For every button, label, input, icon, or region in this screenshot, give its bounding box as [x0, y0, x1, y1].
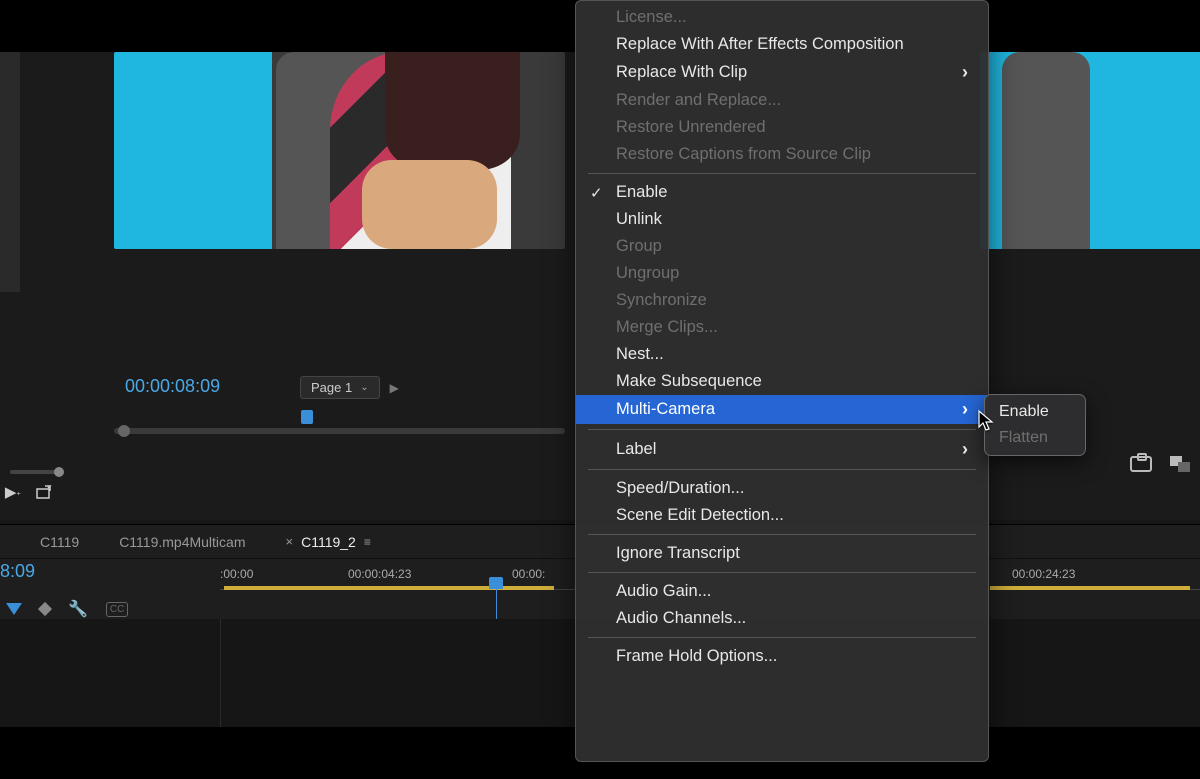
ruler-label: 00:00:04:23: [348, 567, 411, 581]
settings-icon[interactable]: 🔧: [68, 599, 88, 619]
clip-context-menu[interactable]: License... Replace With After Effects Com…: [575, 0, 989, 762]
menu-item[interactable]: Replace With After Effects Composition: [576, 31, 988, 58]
menu-item-label: License...: [616, 8, 687, 27]
playhead-flag-icon[interactable]: [6, 603, 22, 615]
timeline-tab-active[interactable]: ×C1119_2≡: [286, 534, 373, 550]
menu-item-label: Frame Hold Options...: [616, 647, 777, 666]
menu-item-label: Label: [616, 440, 656, 459]
timeline-tab[interactable]: C1119.mp4Multicam: [119, 534, 245, 550]
menu-item: Restore Captions from Source Clip: [576, 141, 988, 168]
timeline-tools: 🔧 CC: [6, 599, 128, 619]
menu-item[interactable]: Ignore Transcript: [576, 540, 988, 567]
ruler-label: :00:00: [220, 567, 253, 581]
menu-item-label: Nest...: [616, 345, 664, 364]
menu-item-label: Replace With After Effects Composition: [616, 35, 904, 54]
menu-item[interactable]: Multi-Camera ›: [576, 395, 988, 424]
camera-icon[interactable]: [1130, 456, 1152, 472]
menu-item-label: Replace With Clip: [616, 63, 747, 82]
menu-item[interactable]: Scene Edit Detection...: [576, 502, 988, 529]
menu-item-label: Ungroup: [616, 264, 679, 283]
menu-item[interactable]: Audio Gain...: [576, 578, 988, 605]
menu-item-label: Audio Gain...: [616, 582, 711, 601]
monitor-timecode[interactable]: 00:00:08:09: [125, 376, 220, 397]
menu-item[interactable]: Audio Channels...: [576, 605, 988, 632]
chevron-right-icon: ›: [962, 62, 968, 83]
menu-item: Synchronize: [576, 287, 988, 314]
play-icon[interactable]: ▶: [390, 381, 399, 395]
multi-camera-submenu[interactable]: EnableFlatten: [984, 394, 1086, 456]
tab-menu-icon[interactable]: ≡: [364, 535, 373, 549]
playhead-icon[interactable]: [301, 410, 313, 424]
menu-item: Group: [576, 233, 988, 260]
check-icon: ✓: [590, 184, 603, 202]
captions-icon[interactable]: CC: [106, 602, 128, 617]
work-area-bar[interactable]: [224, 586, 554, 590]
menu-item: Merge Clips...: [576, 314, 988, 341]
timeline-timecode[interactable]: 8:09: [0, 561, 35, 582]
close-icon[interactable]: ×: [286, 534, 294, 549]
menu-item: Restore Unrendered: [576, 114, 988, 141]
menu-item-label: Audio Channels...: [616, 609, 746, 628]
monitor-scrubber[interactable]: [114, 410, 565, 438]
playhead-handle-icon[interactable]: [489, 577, 503, 589]
export-frame-icon[interactable]: [36, 484, 54, 500]
chevron-right-icon: ›: [962, 399, 968, 420]
ruler-label: 00:00:: [512, 567, 545, 581]
submenu-item: Flatten: [985, 425, 1085, 451]
menu-item-label: Group: [616, 237, 662, 256]
menu-item[interactable]: Nest...: [576, 341, 988, 368]
menu-item[interactable]: Label ›: [576, 435, 988, 464]
menu-item-label: Render and Replace...: [616, 91, 781, 110]
menu-item-label: Restore Unrendered: [616, 118, 766, 137]
menu-item-label: Make Subsequence: [616, 372, 762, 391]
menu-item: License...: [576, 4, 988, 31]
menu-item-label: Synchronize: [616, 291, 707, 310]
menu-item-label: Multi-Camera: [616, 400, 715, 419]
page-selector[interactable]: Page 1 ⌄ ▶: [300, 376, 399, 399]
menu-item[interactable]: Make Subsequence: [576, 368, 988, 395]
menu-item[interactable]: Replace With Clip ›: [576, 58, 988, 87]
menu-item-label: Enable: [616, 183, 667, 202]
panel-edge: [0, 52, 20, 292]
menu-item-label: Merge Clips...: [616, 318, 718, 337]
menu-item-label: Unlink: [616, 210, 662, 229]
menu-item: Ungroup: [576, 260, 988, 287]
zoom-slider[interactable]: [0, 462, 80, 482]
page-label: Page 1: [311, 380, 352, 395]
video-preview-left[interactable]: [114, 52, 565, 249]
insert-icon[interactable]: ▶₊: [4, 484, 22, 500]
menu-item[interactable]: Speed/Duration...: [576, 475, 988, 502]
multicam-view-icon[interactable]: [1170, 456, 1190, 472]
menu-item-label: Speed/Duration...: [616, 479, 744, 498]
ruler-label: 00:00:24:23: [1012, 567, 1075, 581]
menu-item-label: Ignore Transcript: [616, 544, 740, 563]
menu-item[interactable]: Frame Hold Options...: [576, 643, 988, 670]
menu-item-label: Restore Captions from Source Clip: [616, 145, 871, 164]
menu-item: Render and Replace...: [576, 87, 988, 114]
timeline-tab[interactable]: C1119: [40, 534, 79, 550]
chevron-down-icon: ⌄: [360, 382, 368, 393]
chevron-right-icon: ›: [962, 439, 968, 460]
submenu-item[interactable]: Enable: [985, 399, 1085, 425]
menu-item-label: Scene Edit Detection...: [616, 506, 784, 525]
marker-icon[interactable]: [38, 602, 52, 616]
work-area-bar[interactable]: [990, 586, 1190, 590]
menu-item[interactable]: Unlink: [576, 206, 988, 233]
video-preview-right[interactable]: [980, 52, 1200, 249]
menu-item[interactable]: ✓ Enable: [576, 179, 988, 206]
